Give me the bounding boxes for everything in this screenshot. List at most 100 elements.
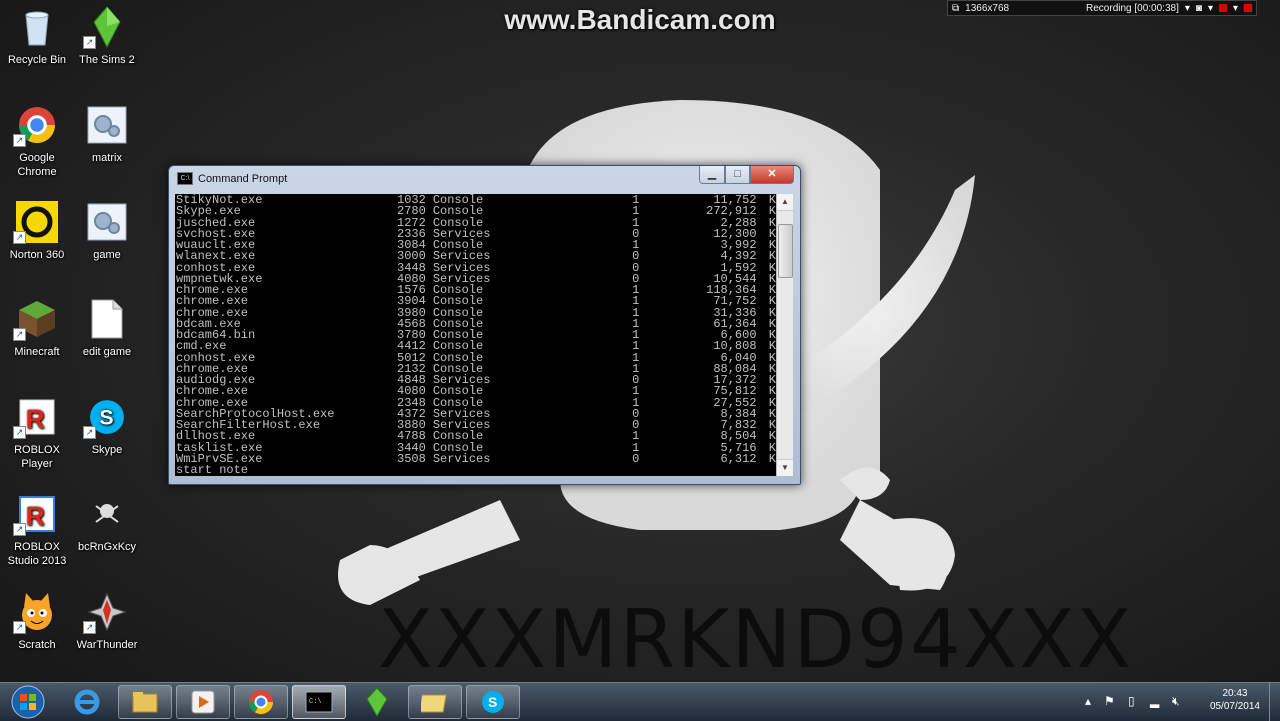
recording-dropdown-icon[interactable]: ▾ (1233, 3, 1238, 14)
recycle-bin-icon (15, 5, 59, 49)
desktop-icon[interactable]: Recycle Bin (3, 5, 71, 67)
session-number: 0 (632, 226, 640, 241)
desktop-icon[interactable]: S ↗ Skype (73, 395, 141, 457)
action-center-flag-icon[interactable]: ⚑ (1104, 694, 1115, 708)
scroll-thumb[interactable] (778, 224, 793, 278)
show-desktop-button[interactable] (1269, 683, 1280, 721)
camera-icon[interactable]: ◙ (1196, 3, 1202, 14)
clock[interactable]: 20:43 05/07/2014 (1210, 687, 1260, 713)
desktop-icon[interactable]: ↗ Minecraft (3, 297, 71, 359)
desktop-icon-label: Minecraft (14, 346, 60, 358)
desktop-icon[interactable]: game (73, 200, 141, 262)
session-number: 1 (632, 395, 640, 410)
close-button[interactable]: ✕ (750, 166, 794, 184)
skype-icon: S (482, 691, 504, 713)
desktop-icon[interactable]: ↗ Norton 360 (3, 200, 71, 262)
shortcut-arrow-icon: ↗ (13, 134, 26, 147)
session-number: 0 (632, 451, 640, 466)
desktop-icon[interactable]: ↗ Google Chrome (3, 103, 71, 179)
maximize-button[interactable]: □ (725, 166, 750, 184)
taskbar-skype[interactable]: S (466, 685, 520, 719)
session-number: 1 (632, 350, 640, 365)
svg-text:C:\: C:\ (309, 698, 322, 706)
text-file-icon (85, 297, 129, 341)
shortcut-arrow-icon: ↗ (13, 523, 26, 536)
taskbar-cmd[interactable]: C:\ (292, 685, 346, 719)
session-number: 1 (632, 194, 640, 207)
desktop-icon[interactable]: edit game (73, 297, 141, 359)
session-number: 1 (632, 294, 640, 309)
taskbar-chrome[interactable] (234, 685, 288, 719)
desktop-icon[interactable]: ↗ WarThunder (73, 590, 141, 652)
session-number: 1 (632, 328, 640, 342)
session-number: 0 (632, 260, 640, 275)
file-explorer-icon (132, 692, 158, 713)
stop-record-icon[interactable] (1218, 4, 1227, 12)
desktop-icon[interactable]: R ↗ ROBLOX Player (3, 395, 71, 471)
chrome-icon: ↗ (13, 103, 59, 147)
sims-icon (366, 687, 388, 717)
taskbar-file-explorer[interactable] (118, 685, 172, 719)
session-number: 1 (632, 361, 640, 376)
desktop-icon-label: Skype (91, 444, 123, 456)
taskbar-media-player[interactable] (176, 685, 230, 719)
desktop-icon-label: Norton 360 (9, 249, 65, 261)
shortcut-arrow-icon: ↗ (83, 621, 96, 634)
shortcut-arrow-icon: ↗ (83, 36, 96, 49)
desktop-icon[interactable]: R ↗ ROBLOX Studio 2013 (3, 492, 71, 568)
process-row: WmiPrvSE.exe 3508 Services 0 6,312 K (176, 451, 776, 466)
shortcut-arrow-icon: ↗ (13, 231, 26, 244)
warthunder-icon: ↗ (83, 590, 129, 634)
recording-bar: ⧉ 1366x768 Recording [00:00:38] ▾ ◙ ▾ ▾ (947, 0, 1257, 16)
battery-icon[interactable]: ▯ (1128, 694, 1135, 708)
taskbar: C:\ S ▴ ⚑ ▯ ▂ 🔇︎ 20:43 05/07/2014 (0, 682, 1280, 721)
session-number: 1 (632, 283, 640, 297)
start-button[interactable] (6, 685, 50, 719)
window-titlebar[interactable]: C:\ Command Prompt (177, 172, 287, 185)
record-icon[interactable] (1244, 4, 1252, 12)
taskbar-sims[interactable] (350, 685, 404, 719)
window-controls: ▁ □ ✕ (699, 166, 794, 184)
window-region-icon[interactable]: ⧉ (952, 3, 959, 14)
scroll-down-button[interactable]: ▼ (777, 459, 793, 476)
scratch-cat-icon: ↗ (13, 590, 59, 634)
memory-unit: K (768, 451, 776, 466)
console-output[interactable]: StikyNot.exe 1032 Console 1 11,752 K Skype.exe… (175, 194, 776, 476)
start-orb-icon (11, 685, 45, 719)
cmd-icon: C:\ (177, 172, 193, 185)
network-icon[interactable]: ▂ (1150, 694, 1159, 708)
vertical-scrollbar[interactable]: ▲ ▼ (776, 194, 793, 476)
svg-text:R: R (26, 404, 45, 434)
shortcut-arrow-icon: ↗ (83, 426, 96, 439)
prompt-line[interactable]: start note (176, 464, 776, 476)
show-hidden-icons-icon[interactable]: ▴ (1085, 694, 1091, 708)
memory-usage: 6,312 (720, 451, 757, 466)
recording-status: Recording [00:00:38] (1086, 2, 1179, 14)
session-number: 1 (632, 305, 640, 320)
svg-text:R: R (26, 501, 45, 531)
taskbar-internet-explorer[interactable] (60, 685, 114, 719)
session-number: 0 (632, 406, 640, 421)
recording-dropdown-icon[interactable]: ▾ (1208, 3, 1213, 14)
session-number: 1 (632, 429, 640, 444)
desktop-icon[interactable]: ↗ The Sims 2 (73, 5, 141, 67)
desktop-icon[interactable]: ↗ Scratch (3, 590, 71, 652)
recording-dropdown-icon[interactable]: ▾ (1185, 3, 1190, 14)
command-prompt-window[interactable]: C:\ Command Prompt ▁ □ ✕ StikyNot.exe 103… (168, 165, 801, 485)
desktop-icon-label: Recycle Bin (7, 54, 67, 66)
volume-muted-icon[interactable]: 🔇︎ (1172, 694, 1180, 709)
skull-jaw (560, 480, 860, 530)
session-number: 0 (632, 249, 640, 264)
roblox-icon: R ↗ (13, 395, 59, 439)
desktop-icon[interactable]: bcRnGxKcy (73, 492, 141, 554)
taskbar-folder[interactable] (408, 685, 462, 719)
minimize-button[interactable]: ▁ (699, 166, 725, 184)
scroll-up-button[interactable]: ▲ (777, 194, 793, 211)
recording-resolution: 1366x768 (965, 2, 1010, 14)
shortcut-arrow-icon: ↗ (13, 621, 26, 634)
media-player-icon (191, 690, 215, 714)
desktop-icon[interactable]: matrix (73, 103, 141, 165)
session-number: 1 (632, 215, 640, 230)
session-number: 1 (632, 339, 640, 354)
folder-icon (421, 694, 447, 713)
